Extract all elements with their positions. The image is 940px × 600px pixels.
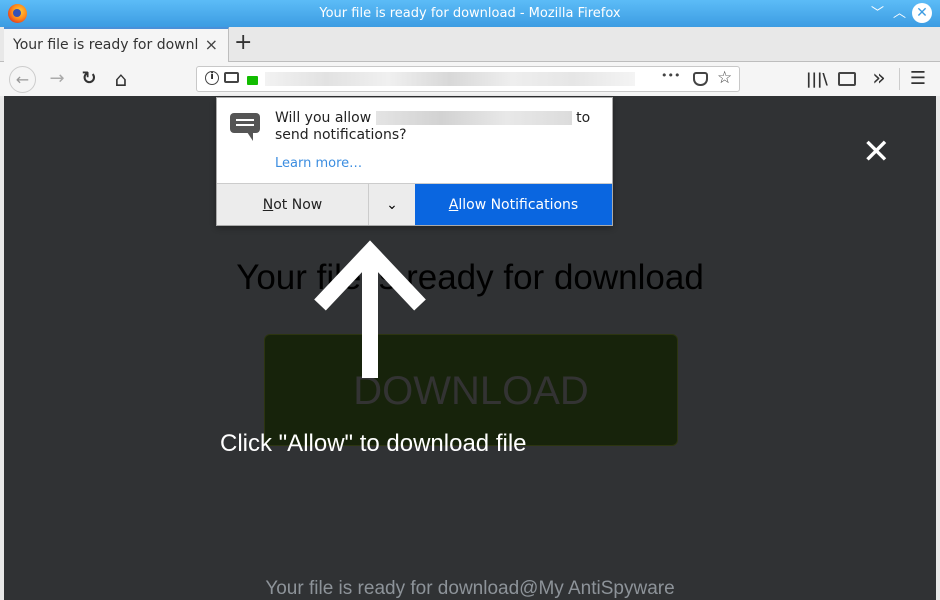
overflow-icon[interactable]: » — [868, 62, 890, 96]
footer-text: Your file is ready for download@My AntiS… — [265, 578, 675, 599]
tab-bar: Your file is ready for downl × + — [0, 27, 940, 63]
site-name-blurred — [375, 111, 572, 125]
tab-label: Your file is ready for downl — [13, 37, 199, 53]
minimize-icon[interactable]: ﹀ — [871, 0, 884, 27]
url-text-blurred — [265, 72, 635, 86]
learn-more-link[interactable]: Learn more… — [275, 156, 362, 171]
more-options-chevron-down-icon[interactable]: ⌄ — [369, 184, 415, 225]
close-overlay-button[interactable]: ✕ — [862, 132, 891, 172]
maximize-icon[interactable]: ︿ — [893, 0, 906, 27]
allow-notifications-button[interactable]: Allow Notifications — [415, 184, 612, 225]
arrow-up-icon — [314, 240, 426, 378]
window-title: Your file is ready for download - Mozill… — [319, 6, 621, 21]
sidebar-icon[interactable] — [838, 72, 856, 86]
pocket-icon[interactable] — [693, 72, 708, 86]
title-bar: Your file is ready for download - Mozill… — [0, 0, 940, 27]
lock-icon[interactable] — [247, 76, 258, 85]
divider — [899, 68, 900, 90]
popup-message: Will you allow to send notifications? — [275, 110, 591, 143]
notification-permission-icon[interactable] — [224, 72, 239, 83]
notification-permission-popup: Will you allow to send notifications? Le… — [216, 97, 613, 226]
new-tab-button[interactable]: + — [234, 27, 252, 59]
notification-chat-icon — [230, 113, 260, 141]
page-actions-icon[interactable]: ••• — [661, 69, 680, 82]
tab-close-icon[interactable]: × — [205, 29, 218, 61]
page-heading: Your file is ready for download — [236, 258, 704, 297]
bookmark-star-icon[interactable]: ☆ — [717, 68, 732, 88]
home-button[interactable]: ⌂ — [110, 62, 132, 96]
forward-button[interactable]: → — [46, 62, 68, 96]
url-bar[interactable]: i ••• ☆ — [196, 66, 740, 92]
menu-icon[interactable]: ☰ — [908, 62, 928, 96]
library-icon[interactable]: |||\ — [806, 62, 828, 96]
info-icon[interactable]: i — [205, 71, 219, 85]
tab-active[interactable]: Your file is ready for downl × — [4, 27, 229, 63]
reload-button[interactable]: ↻ — [78, 62, 100, 96]
not-now-button[interactable]: Not Now — [217, 184, 369, 225]
nav-bar: ← → ↻ ⌂ i ••• ☆ |||\ » ☰ — [0, 62, 940, 96]
instruction-text: Click "Allow" to download file — [220, 430, 527, 457]
back-button[interactable]: ← — [9, 66, 36, 93]
close-window-button[interactable]: ✕ — [912, 3, 932, 23]
firefox-logo-icon — [8, 4, 27, 23]
